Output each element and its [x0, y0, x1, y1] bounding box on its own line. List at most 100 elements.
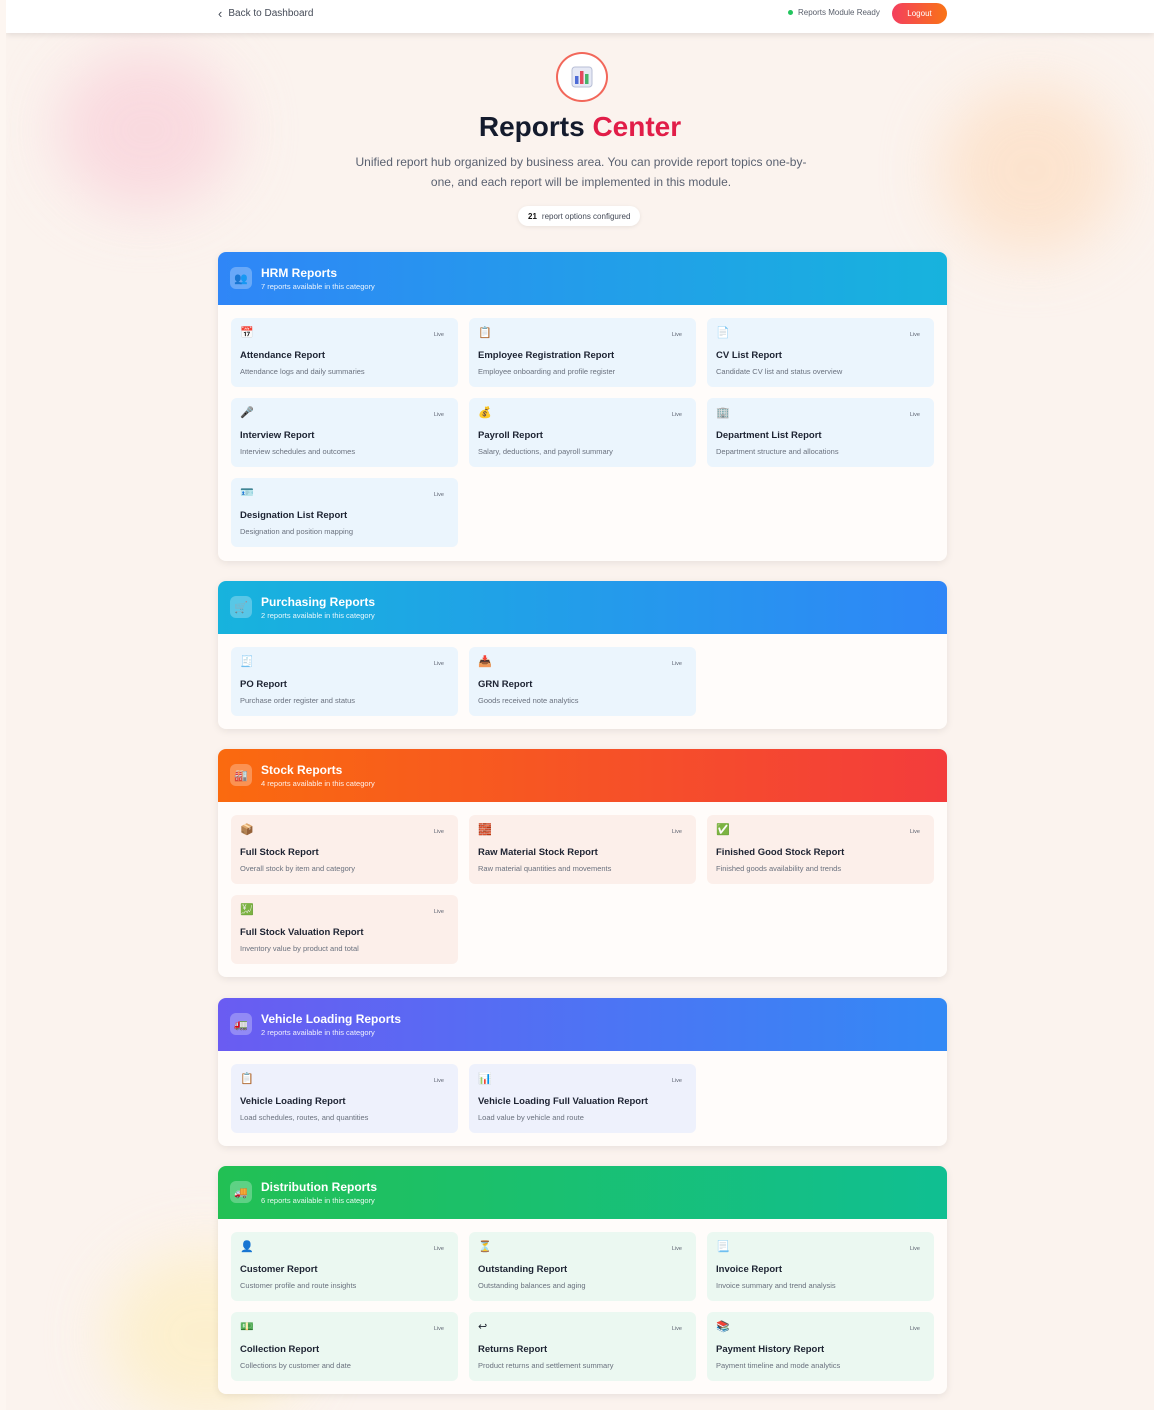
category-header: 🚚 Distribution Reports 6 reports availab… [218, 1166, 947, 1219]
report-description: Outstanding balances and aging [478, 1281, 586, 1290]
report-description: Overall stock by item and category [240, 864, 356, 873]
report-description: Load value by vehicle and route [478, 1113, 584, 1122]
chart-icon: 📊 [478, 1073, 492, 1085]
live-badge: Live [909, 412, 920, 418]
warehouse-icon: 🏭 [230, 764, 252, 786]
back-to-dashboard-link[interactable]: ‹ Back to Dashboard [218, 7, 313, 20]
clipboard-icon: 📋 [478, 327, 492, 339]
live-badge: Live [433, 1326, 444, 1332]
report-description: Finished goods availability and trends [716, 864, 842, 873]
category-title: Stock Reports [261, 763, 343, 777]
top-bar: ‹ Back to Dashboard Reports Module Ready… [6, 0, 1154, 33]
report-card-returns[interactable]: ↩ Live Returns Report Product returns an… [469, 1312, 696, 1381]
report-card-vehicle-loading-full-valuation[interactable]: 📊 Live Vehicle Loading Full Valuation Re… [469, 1064, 696, 1133]
report-card-vehicle-loading[interactable]: 📋 Live Vehicle Loading Report Load sched… [231, 1064, 458, 1133]
receipt-icon: 🧾 [240, 656, 254, 668]
valuation-icon: 💹 [240, 904, 254, 916]
return-icon: ↩ [478, 1321, 488, 1333]
category-header: 🛒 Purchasing Reports 2 reports available… [218, 581, 947, 634]
live-badge: Live [671, 332, 682, 338]
live-badge: Live [433, 1246, 444, 1252]
report-description: Designation and position mapping [240, 527, 353, 536]
category-header: 🚛 Vehicle Loading Reports 2 reports avai… [218, 998, 947, 1051]
report-description: Inventory value by product and total [240, 944, 359, 953]
report-count-pill: 21 report options configured [518, 206, 641, 226]
id-badge-icon: 🪪 [240, 487, 254, 499]
report-count-label: report options configured [541, 211, 631, 221]
report-card-invoice[interactable]: 📃 Live Invoice Report Invoice summary an… [707, 1232, 934, 1301]
report-description: Candidate CV list and status overview [716, 367, 843, 376]
report-title: Full Stock Report [240, 847, 319, 858]
report-description: Employee onboarding and profile register [478, 367, 616, 376]
report-card-collection[interactable]: 💵 Live Collection Report Collections by … [231, 1312, 458, 1381]
report-description: Purchase order register and status [240, 696, 356, 705]
report-title: Outstanding Report [478, 1264, 568, 1275]
report-card-employee-registration[interactable]: 📋 Live Employee Registration Report Empl… [469, 318, 696, 387]
category-count: 7 reports available in this category [261, 282, 375, 291]
report-card-payment-history[interactable]: 📚 Live Payment History Report Payment ti… [707, 1312, 934, 1381]
report-card-full-stock-valuation[interactable]: 💹 Live Full Stock Valuation Report Inven… [231, 895, 458, 964]
category-header: 👥 HRM Reports 7 reports available in thi… [218, 252, 947, 305]
report-description: Department structure and allocations [716, 447, 839, 456]
report-title: Attendance Report [240, 350, 325, 361]
report-card-customer[interactable]: 👤 Live Customer Report Customer profile … [231, 1232, 458, 1301]
category-count: 2 reports available in this category [261, 1028, 375, 1037]
cash-icon: 💵 [240, 1321, 254, 1333]
report-title: Full Stock Valuation Report [240, 927, 364, 938]
live-badge: Live [909, 1246, 920, 1252]
truck-icon: 🚛 [230, 1013, 252, 1035]
report-title: Department List Report [716, 430, 822, 441]
report-description: Collections by customer and date [240, 1361, 351, 1370]
delivery-truck-icon: 🚚 [230, 1181, 252, 1203]
report-card-attendance[interactable]: 📅 Live Attendance Report Attendance logs… [231, 318, 458, 387]
logout-button[interactable]: Logout [892, 3, 947, 24]
live-badge: Live [433, 1078, 444, 1084]
chevron-left-icon: ‹ [218, 6, 223, 21]
money-bag-icon: 💰 [478, 407, 492, 419]
books-icon: 📚 [716, 1321, 730, 1333]
invoice-icon: 📃 [716, 1241, 730, 1253]
box-icon: 📦 [240, 824, 254, 836]
report-title: PO Report [240, 679, 287, 690]
live-badge: Live [671, 1246, 682, 1252]
report-card-raw-material-stock[interactable]: 🧱 Live Raw Material Stock Report Raw mat… [469, 815, 696, 884]
report-description: Product returns and settlement summary [478, 1361, 614, 1370]
report-title: Collection Report [240, 1344, 320, 1355]
module-status: Reports Module Ready [788, 8, 880, 17]
report-card-designation-list[interactable]: 🪪 Live Designation List Report Designati… [231, 478, 458, 547]
page-title-accent: Center [592, 111, 682, 142]
report-title: Customer Report [240, 1264, 318, 1275]
live-badge: Live [909, 332, 920, 338]
clipboard-icon: 📋 [240, 1073, 254, 1085]
report-card-interview[interactable]: 🎤 Live Interview Report Interview schedu… [231, 398, 458, 467]
report-card-department-list[interactable]: 🏢 Live Department List Report Department… [707, 398, 934, 467]
calendar-icon: 📅 [240, 327, 254, 339]
report-title: Designation List Report [240, 510, 348, 521]
report-title: Invoice Report [716, 1264, 782, 1275]
report-card-cv-list[interactable]: 📄 Live CV List Report Candidate CV list … [707, 318, 934, 387]
report-description: Interview schedules and outcomes [240, 447, 356, 456]
check-box-icon: ✅ [716, 824, 730, 836]
live-badge: Live [671, 412, 682, 418]
live-badge: Live [433, 909, 444, 915]
category-title: Vehicle Loading Reports [261, 1012, 402, 1026]
report-description: Invoice summary and trend analysis [716, 1281, 836, 1290]
report-title: Employee Registration Report [478, 350, 615, 361]
report-card-finished-good-stock[interactable]: ✅ Live Finished Good Stock Report Finish… [707, 815, 934, 884]
report-card-outstanding[interactable]: ⏳ Live Outstanding Report Outstanding ba… [469, 1232, 696, 1301]
live-badge: Live [433, 661, 444, 667]
users-icon: 👥 [230, 267, 252, 289]
report-count-value: 21 [528, 211, 537, 221]
report-card-payroll[interactable]: 💰 Live Payroll Report Salary, deductions… [469, 398, 696, 467]
report-card-full-stock[interactable]: 📦 Live Full Stock Report Overall stock b… [231, 815, 458, 884]
live-badge: Live [433, 332, 444, 338]
report-card-grn[interactable]: 📥 Live GRN Report Goods received note an… [469, 647, 696, 716]
status-dot-icon [788, 10, 793, 15]
category-hrm-reports: 👥 HRM Reports 7 reports available in thi… [218, 252, 947, 561]
report-card-po[interactable]: 🧾 Live PO Report Purchase order register… [231, 647, 458, 716]
report-description: Raw material quantities and movements [478, 864, 612, 873]
category-title: HRM Reports [261, 266, 338, 280]
building-icon: 🏢 [716, 407, 730, 419]
category-count: 4 reports available in this category [261, 779, 375, 788]
category-header: 🏭 Stock Reports 4 reports available in t… [218, 749, 947, 802]
